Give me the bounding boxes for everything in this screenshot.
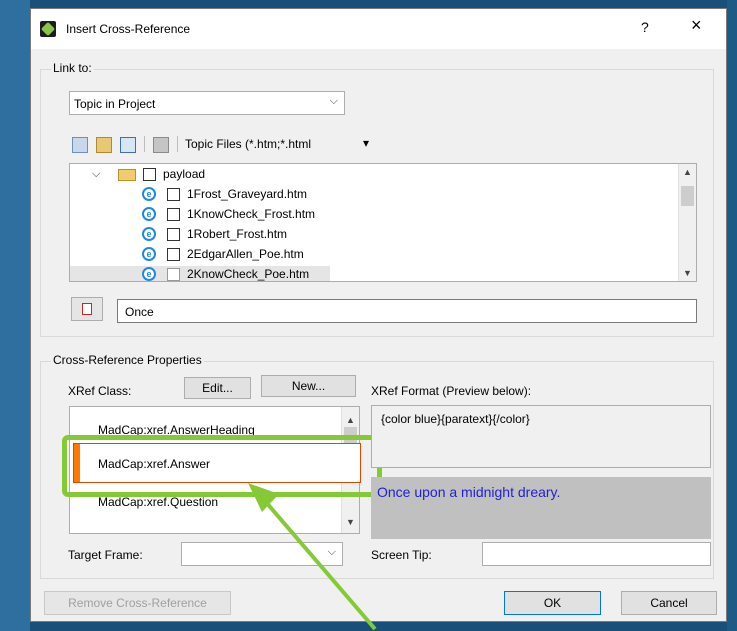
edit-class-button[interactable]: Edit... [184, 377, 251, 399]
tree-file-row-selected[interactable]: e 2KnowCheck_Poe.htm [70, 266, 330, 281]
cancel-button[interactable]: Cancel [621, 591, 717, 615]
file-checkbox[interactable] [167, 268, 180, 281]
topic-file-tree[interactable]: ⌵ payload e 1Frost_Graveyard.htm e 1Know… [69, 163, 697, 282]
file-checkbox[interactable] [167, 208, 180, 221]
ok-button[interactable]: OK [504, 591, 601, 615]
screen-tip-input[interactable] [482, 542, 711, 566]
list-item[interactable]: MadCap:xref.Question [98, 495, 218, 509]
tree-folder-label: payload [163, 167, 206, 181]
xref-class-label: XRef Class: [68, 384, 132, 398]
toolbar-separator [177, 136, 178, 152]
scroll-down-icon[interactable]: ▼ [346, 517, 355, 527]
tree-file-label: 2KnowCheck_Poe.htm [187, 267, 310, 281]
scroll-up-icon[interactable]: ▲ [683, 167, 692, 177]
chevron-down-icon[interactable]: ⌵ [92, 168, 100, 181]
folder-icon [118, 169, 136, 181]
copy-icon[interactable] [72, 137, 88, 153]
background-window [0, 0, 30, 631]
chevron-down-icon: ⌵ [329, 95, 338, 107]
screen-tip-label: Screen Tip: [371, 548, 432, 562]
file-checkbox[interactable] [167, 248, 180, 261]
xref-preview: Once upon a midnight dreary. [371, 477, 711, 539]
link-to-label: Link to: [51, 61, 94, 75]
toolbar-separator [144, 136, 145, 152]
remove-cross-reference-button[interactable]: Remove Cross-Reference [44, 591, 231, 615]
cross-reference-properties-label: Cross-Reference Properties [51, 353, 204, 367]
highlight-box [62, 435, 382, 497]
app-logo-icon [40, 21, 56, 37]
scroll-up-icon[interactable]: ▲ [346, 415, 355, 425]
scroll-down-icon[interactable]: ▼ [683, 268, 692, 278]
insert-cross-reference-dialog: Insert Cross-Reference ? × Link to: Topi… [30, 8, 727, 622]
xref-format-field[interactable]: {color blue}{paratext}{/color} [371, 405, 711, 468]
chevron-down-icon: ⌵ [327, 546, 336, 558]
background-window-right [727, 0, 737, 631]
close-button[interactable]: × [691, 15, 702, 36]
tree-file-label: 1KnowCheck_Frost.htm [187, 207, 316, 221]
ie-document-icon: e [142, 247, 156, 261]
new-class-button[interactable]: New... [261, 375, 356, 397]
tree-file-label: 1Frost_Graveyard.htm [187, 187, 308, 201]
link-type-value: Topic in Project [74, 97, 156, 111]
file-checkbox[interactable] [167, 228, 180, 241]
link-text-input[interactable]: Once [117, 299, 697, 323]
tree-file-label: 2EdgarAllen_Poe.htm [187, 247, 304, 261]
folder-checkbox[interactable] [143, 168, 156, 181]
xref-format-label: XRef Format (Preview below): [371, 384, 532, 398]
ie-document-icon: e [142, 267, 156, 281]
ie-document-icon: e [142, 207, 156, 221]
link-type-select[interactable]: Topic in Project ⌵ [69, 91, 345, 115]
edit-icon[interactable] [153, 137, 169, 153]
file-checkbox[interactable] [167, 188, 180, 201]
ie-document-icon: e [142, 227, 156, 241]
scroll-thumb[interactable] [681, 186, 694, 206]
tree-scrollbar[interactable]: ▲ ▼ [678, 164, 696, 281]
bookmark-button[interactable] [71, 297, 103, 321]
target-frame-select[interactable]: ⌵ [181, 542, 343, 566]
tree-file-label: 1Robert_Frost.htm [187, 227, 288, 241]
window-icon[interactable] [120, 137, 136, 153]
help-button[interactable]: ? [641, 19, 649, 35]
file-filter-label[interactable]: Topic Files (*.htm;*.html [185, 137, 311, 151]
target-frame-label: Target Frame: [68, 548, 143, 562]
file-filter-dropdown-icon[interactable]: ▾ [363, 136, 369, 150]
folder-icon[interactable] [96, 137, 112, 153]
title-bar: Insert Cross-Reference ? × [31, 9, 726, 49]
ie-document-icon: e [142, 187, 156, 201]
dialog-title: Insert Cross-Reference [66, 22, 191, 36]
